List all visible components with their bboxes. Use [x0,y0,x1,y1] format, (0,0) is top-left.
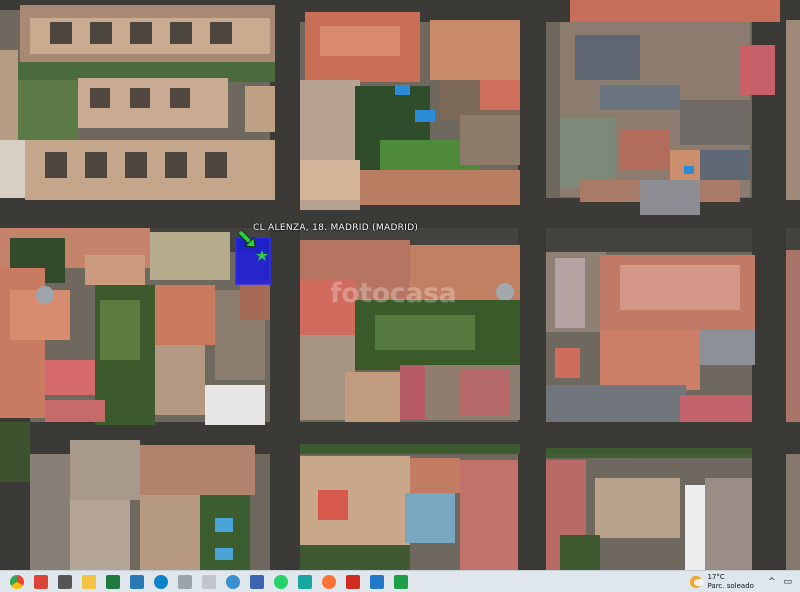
network-icon[interactable]: ▭ [783,577,792,587]
globe-icon[interactable] [226,574,240,589]
taskbar: 17°C Parc. soleado ^ ▭ [0,570,800,592]
acrobat-icon[interactable] [346,574,360,589]
address-label: CL ALENZA, 18. MADRID (MADRID) [253,223,419,233]
swirl-icon[interactable] [298,574,312,589]
chevron-up-icon[interactable]: ^ [768,577,776,587]
windows-logo-icon[interactable] [10,574,24,589]
photos-icon[interactable] [130,574,144,589]
weather-condition: Parc. soleado [707,581,754,590]
chrome-icon[interactable] [34,574,48,589]
excel-icon[interactable] [106,574,120,589]
firefox-icon[interactable] [322,574,336,589]
partly-sunny-icon [689,575,704,588]
document-icon[interactable] [178,574,192,589]
aerial-map[interactable]: CL ALENZA, 18. MADRID (MADRID) fotocasa [0,0,800,570]
taskbar-apps [0,574,408,589]
system-tray: 17°C Parc. soleado ^ ▭ [689,571,800,592]
s-app-icon[interactable] [370,574,384,589]
green-app-icon[interactable] [394,574,408,589]
floppy-icon[interactable] [250,574,264,589]
folder-icon[interactable] [82,574,96,589]
task-view-icon[interactable] [58,574,72,589]
edge-icon[interactable] [154,574,168,589]
weather-widget[interactable]: 17°C Parc. soleado [689,572,754,591]
file-icon[interactable] [202,574,216,589]
whatsapp-icon[interactable] [274,574,288,589]
weather-temperature: 17°C [707,572,725,581]
watermark: fotocasa [330,278,457,309]
